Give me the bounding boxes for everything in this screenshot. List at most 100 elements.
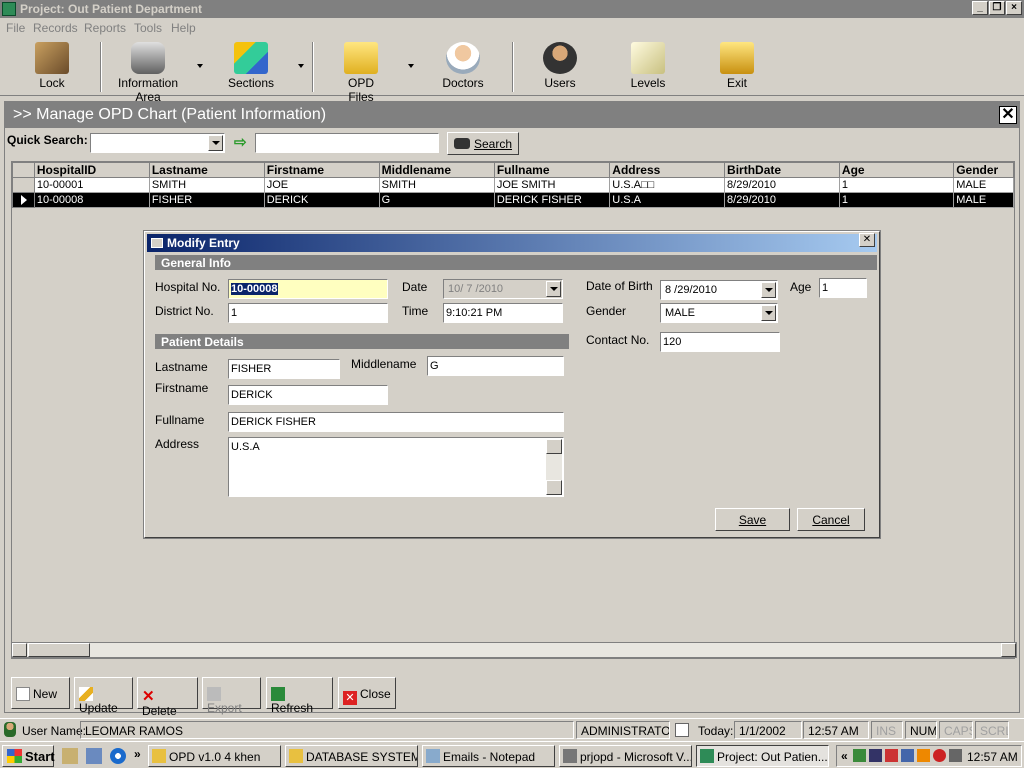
menu-tools[interactable]: Tools: [134, 21, 162, 35]
table-cell[interactable]: JOE: [263, 177, 380, 193]
table-row[interactable]: 10-00001 SMITH JOE SMITH JOE SMITH U.S.A…: [12, 177, 1014, 193]
quick-search-field-combo[interactable]: [90, 133, 225, 153]
scroll-left-button[interactable]: [12, 643, 27, 657]
table-cell[interactable]: MALE: [953, 177, 1014, 193]
middlename-input[interactable]: G: [427, 356, 564, 376]
table-cell[interactable]: G: [378, 192, 495, 208]
show-desktop-icon[interactable]: [86, 748, 102, 764]
dialog-close-button[interactable]: ✕: [859, 233, 875, 247]
menu-file[interactable]: File: [6, 21, 25, 35]
firstname-input[interactable]: DERICK: [228, 385, 388, 405]
scroll-right-button[interactable]: [1001, 643, 1016, 657]
table-cell[interactable]: DERICK FISHER: [493, 192, 611, 208]
column-header[interactable]: Lastname: [148, 162, 265, 178]
column-header[interactable]: HospitalID: [33, 162, 150, 178]
delete-button[interactable]: ✕Delete: [137, 677, 198, 718]
new-button[interactable]: New: [11, 677, 70, 709]
menu-records[interactable]: Records: [33, 21, 78, 35]
restore-button[interactable]: ❐: [989, 1, 1005, 15]
date-picker[interactable]: 10/ 7 /2010: [443, 279, 563, 299]
export-button[interactable]: Export: [202, 677, 261, 715]
vlc-icon[interactable]: [917, 749, 930, 762]
quicklaunch-more[interactable]: »: [134, 747, 141, 761]
shield-icon[interactable]: [885, 749, 898, 762]
menu-help[interactable]: Help: [171, 21, 196, 35]
tray-expand-button[interactable]: «: [841, 749, 848, 763]
contact-no-input[interactable]: 120: [660, 332, 780, 352]
opd-files-button[interactable]: OPD Files: [334, 40, 388, 104]
start-button[interactable]: Start: [2, 745, 55, 767]
chevron-down-icon[interactable]: [546, 281, 561, 297]
refresh-button[interactable]: Refresh: [266, 677, 333, 715]
tray-icon[interactable]: [853, 749, 866, 762]
sections-dropdown[interactable]: [298, 64, 304, 68]
information-area-button[interactable]: Information Area: [104, 40, 192, 104]
lastname-input[interactable]: FISHER: [228, 359, 340, 379]
table-cell[interactable]: MALE: [953, 192, 1014, 208]
quick-search-input[interactable]: [255, 133, 439, 153]
chevron-down-icon[interactable]: [761, 282, 776, 298]
table-cell[interactable]: SMITH: [148, 177, 265, 193]
table-cell[interactable]: 10-00001: [33, 177, 150, 193]
table-row-selected[interactable]: 10-00008 FISHER DERICK G DERICK FISHER U…: [12, 192, 1014, 208]
dob-picker[interactable]: 8 /29/2010: [660, 280, 778, 300]
table-cell[interactable]: 1: [838, 177, 955, 193]
monitor-icon[interactable]: [901, 749, 914, 762]
mdi-close-button[interactable]: ✕: [999, 106, 1017, 124]
gender-select[interactable]: MALE: [660, 303, 778, 323]
column-header[interactable]: BirthDate: [724, 162, 840, 178]
menu-reports[interactable]: Reports: [84, 21, 126, 35]
save-button[interactable]: Save: [715, 508, 790, 531]
exit-button[interactable]: Exit: [716, 40, 758, 94]
internet-explorer-icon[interactable]: [110, 748, 126, 764]
table-cell[interactable]: 8/29/2010: [724, 177, 840, 193]
address-scrollbar[interactable]: [546, 439, 562, 495]
users-button[interactable]: Users: [538, 40, 582, 94]
column-header[interactable]: Fullname: [493, 162, 611, 178]
close-button[interactable]: ✕ Close: [338, 677, 396, 709]
table-cell[interactable]: JOE SMITH: [493, 177, 611, 193]
column-header[interactable]: Address: [609, 162, 726, 178]
antivirus-icon[interactable]: [933, 749, 946, 762]
task-notepad[interactable]: Emails - Notepad: [422, 745, 555, 767]
chevron-down-icon[interactable]: [208, 135, 223, 151]
chevron-down-icon[interactable]: [761, 305, 776, 321]
table-cell[interactable]: 10-00008: [33, 192, 150, 208]
table-cell[interactable]: U.S.A□□: [609, 177, 726, 193]
table-cell[interactable]: U.S.A: [609, 192, 726, 208]
horizontal-scrollbar[interactable]: [11, 642, 1017, 658]
fullname-input[interactable]: DERICK FISHER: [228, 412, 564, 432]
task-database-folder[interactable]: DATABASE SYSTEMS: [285, 745, 418, 767]
quicklaunch-icon[interactable]: [62, 748, 78, 764]
doctors-button[interactable]: Doctors: [438, 40, 488, 94]
update-button[interactable]: Update: [74, 677, 133, 715]
sections-button[interactable]: Sections: [226, 40, 276, 94]
volume-icon[interactable]: [949, 749, 962, 762]
table-cell[interactable]: 1: [838, 192, 955, 208]
opd-files-dropdown[interactable]: [408, 64, 414, 68]
task-opd-folder[interactable]: OPD v1.0 4 khen: [148, 745, 281, 767]
scroll-down-button[interactable]: [546, 480, 562, 495]
search-button[interactable]: Search: [447, 132, 519, 155]
levels-button[interactable]: Levels: [626, 40, 670, 94]
table-cell[interactable]: FISHER: [148, 192, 265, 208]
task-visual-basic[interactable]: prjopd - Microsoft V...: [559, 745, 692, 767]
close-window-button[interactable]: ×: [1006, 1, 1022, 15]
column-header[interactable]: Middlename: [378, 162, 495, 178]
information-area-dropdown[interactable]: [197, 64, 203, 68]
scroll-up-button[interactable]: [546, 439, 562, 454]
age-input[interactable]: 1: [819, 278, 867, 298]
time-input[interactable]: 9:10:21 PM: [443, 303, 563, 323]
scroll-thumb[interactable]: [28, 643, 90, 657]
hospital-no-input[interactable]: 10-00008: [228, 279, 388, 299]
district-no-input[interactable]: 1: [228, 303, 388, 323]
table-cell[interactable]: 8/29/2010: [724, 192, 840, 208]
column-header[interactable]: Gender: [953, 162, 1014, 178]
column-header[interactable]: Firstname: [263, 162, 380, 178]
table-cell[interactable]: DERICK: [263, 192, 380, 208]
task-out-patient-project[interactable]: Project: Out Patien...: [696, 745, 829, 767]
cancel-button[interactable]: Cancel: [797, 508, 865, 531]
network-icon[interactable]: [869, 749, 882, 762]
column-header[interactable]: Age: [838, 162, 955, 178]
minimize-button[interactable]: _: [972, 1, 988, 15]
